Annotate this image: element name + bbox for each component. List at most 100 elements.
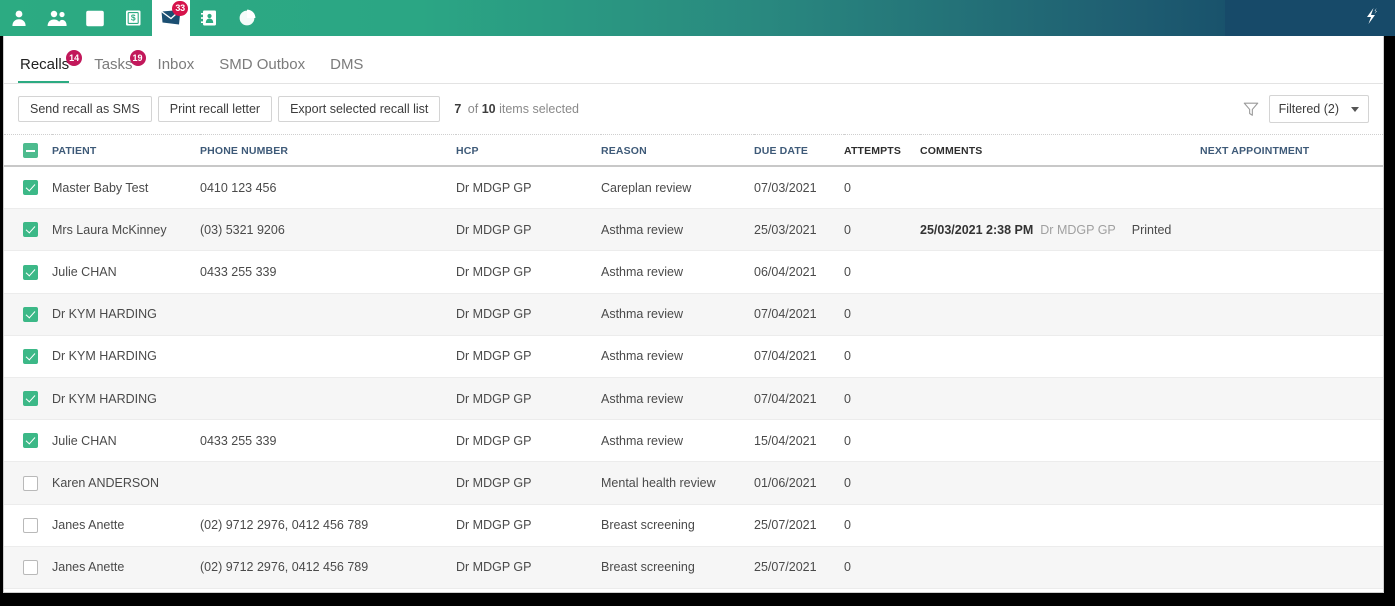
table-row[interactable]: Master Baby Test 0410 123 456 Dr MDGP GP Ca… bbox=[4, 166, 1383, 210]
cell-reason: Asthma review bbox=[601, 377, 754, 421]
row-checkbox[interactable] bbox=[23, 349, 38, 365]
cell-comments bbox=[920, 335, 1200, 379]
tab-recalls[interactable]: Recalls 14 bbox=[18, 50, 83, 83]
cell-comments bbox=[920, 377, 1200, 421]
cell-reason: Asthma review bbox=[601, 335, 754, 379]
row-checkbox[interactable] bbox=[23, 306, 38, 322]
export-selected-recall-list-button[interactable]: Export selected recall list bbox=[278, 96, 441, 122]
table-row[interactable]: Julie CHAN 0433 255 339 Dr MDGP GP Asthma r… bbox=[4, 419, 1383, 463]
tab-tasks[interactable]: Tasks 19 bbox=[92, 50, 146, 83]
filter-dropdown[interactable]: Filtered (2) bbox=[1268, 95, 1369, 123]
cell-reason: Asthma review bbox=[601, 293, 754, 336]
cell-due-date: 25/03/2021 bbox=[754, 208, 844, 252]
table-row[interactable]: Mrs Laura McKinney (03) 5321 9206 Dr MDGP … bbox=[4, 208, 1383, 252]
row-select-cell bbox=[4, 377, 52, 421]
table-row[interactable]: Julie CHAN 0433 255 339 Dr MDGP GP Asthma r… bbox=[4, 250, 1383, 294]
tab-bar: Recalls 14 Tasks 19 Inbox SMD Outbox DMS bbox=[4, 36, 1383, 84]
cell-next-appointment bbox=[1200, 335, 1383, 379]
row-checkbox[interactable] bbox=[23, 391, 38, 407]
patient-icon[interactable] bbox=[0, 0, 38, 36]
chevron-down-icon bbox=[1351, 106, 1359, 112]
tab-label: Tasks bbox=[94, 56, 133, 73]
reports-piechart-icon[interactable] bbox=[228, 0, 266, 36]
row-select-cell bbox=[4, 335, 52, 379]
send-recall-as-sms-button[interactable]: Send recall as SMS bbox=[18, 96, 152, 122]
cell-hcp: Dr MDGP GP bbox=[456, 419, 601, 463]
row-checkbox[interactable] bbox=[23, 180, 38, 196]
address-book-icon[interactable] bbox=[190, 0, 228, 36]
row-checkbox[interactable] bbox=[23, 560, 38, 576]
table-row[interactable]: Janes Anette (02) 9712 2976, 0412 456 789… bbox=[4, 504, 1383, 547]
cell-patient: Janes Anette bbox=[52, 504, 200, 547]
toolbar-right-group: Filtered (2) bbox=[1242, 95, 1369, 123]
recall-table: PATIENT PHONE NUMBER HCP REASON DUE DATE… bbox=[4, 134, 1383, 590]
cell-attempts: 0 bbox=[844, 166, 920, 210]
table-header: PATIENT PHONE NUMBER HCP REASON DUE DATE… bbox=[4, 134, 1383, 167]
cell-attempts: 0 bbox=[844, 377, 920, 421]
row-checkbox[interactable] bbox=[23, 222, 38, 238]
cell-next-appointment bbox=[1200, 546, 1383, 590]
row-select-cell bbox=[4, 419, 52, 463]
th-due-date[interactable]: DUE DATE bbox=[754, 134, 844, 167]
th-reason[interactable]: REASON bbox=[601, 134, 754, 167]
row-checkbox[interactable] bbox=[23, 517, 38, 533]
cell-patient: Dr KYM HARDING bbox=[52, 377, 200, 421]
funnel-filter-icon[interactable] bbox=[1242, 100, 1260, 118]
th-phone[interactable]: PHONE NUMBER bbox=[200, 134, 456, 167]
select-all-checkbox[interactable] bbox=[23, 143, 38, 158]
svg-text:$: $ bbox=[131, 13, 136, 23]
table-body: Master Baby Test 0410 123 456 Dr MDGP GP Ca… bbox=[4, 166, 1383, 590]
th-next-appointment[interactable]: NEXT APPOINTMENT bbox=[1200, 134, 1383, 167]
calendar-icon[interactable] bbox=[76, 0, 114, 36]
tab-inbox[interactable]: Inbox bbox=[156, 56, 204, 83]
row-checkbox[interactable] bbox=[23, 264, 38, 280]
table-row[interactable]: Janes Anette (02) 9712 2976, 0412 456 789… bbox=[4, 546, 1383, 590]
topbar-icon-group: $33 bbox=[0, 0, 266, 36]
cell-next-appointment bbox=[1200, 504, 1383, 547]
messages-envelope-icon[interactable]: 33 bbox=[152, 0, 190, 36]
group-patients-icon[interactable] bbox=[38, 0, 76, 36]
cell-due-date: 07/04/2021 bbox=[754, 335, 844, 379]
table-row[interactable]: Dr KYM HARDING Dr MDGP GP Asthma review 07/… bbox=[4, 377, 1383, 421]
cell-patient: Dr KYM HARDING bbox=[52, 293, 200, 336]
th-attempts[interactable]: ATTEMPTS bbox=[844, 134, 920, 167]
th-hcp[interactable]: HCP bbox=[456, 134, 601, 167]
cell-hcp: Dr MDGP GP bbox=[456, 250, 601, 294]
row-checkbox[interactable] bbox=[23, 433, 38, 449]
cell-comments bbox=[920, 504, 1200, 547]
th-patient[interactable]: PATIENT bbox=[52, 134, 200, 167]
cell-patient: Karen ANDERSON bbox=[52, 461, 200, 505]
row-select-cell bbox=[4, 208, 52, 252]
cashbook-icon[interactable]: $ bbox=[114, 0, 152, 36]
cell-attempts: 0 bbox=[844, 208, 920, 252]
tab-smd-outbox[interactable]: SMD Outbox bbox=[217, 56, 314, 83]
cell-phone-number bbox=[200, 461, 456, 505]
th-select-all bbox=[4, 134, 52, 167]
selection-summary: 7 of 10 items selected bbox=[454, 102, 579, 116]
tab-count-badge: 14 bbox=[66, 50, 83, 66]
table-row[interactable]: Dr KYM HARDING Dr MDGP GP Asthma review 07/… bbox=[4, 335, 1383, 379]
cell-attempts: 0 bbox=[844, 250, 920, 294]
comment-timestamp: 25/03/2021 2:38 PM bbox=[920, 222, 1034, 237]
cell-attempts: 0 bbox=[844, 293, 920, 336]
cell-patient: Julie CHAN bbox=[52, 419, 200, 463]
cell-phone-number bbox=[200, 377, 456, 421]
cell-phone-number bbox=[200, 335, 456, 379]
cell-phone-number bbox=[200, 293, 456, 336]
cell-hcp: Dr MDGP GP bbox=[456, 546, 601, 590]
cell-due-date: 07/03/2021 bbox=[754, 166, 844, 210]
cell-reason: Breast screening bbox=[601, 504, 754, 547]
cell-patient: Mrs Laura McKinney bbox=[52, 208, 200, 252]
row-checkbox[interactable] bbox=[23, 475, 38, 491]
cell-next-appointment bbox=[1200, 377, 1383, 421]
th-comments[interactable]: COMMENTS bbox=[920, 134, 1200, 167]
tab-label: Inbox bbox=[157, 56, 195, 73]
table-row[interactable]: Dr KYM HARDING Dr MDGP GP Asthma review 07/… bbox=[4, 293, 1383, 336]
cell-reason: Asthma review bbox=[601, 250, 754, 294]
cell-hcp: Dr MDGP GP bbox=[456, 504, 601, 547]
print-recall-letter-button[interactable]: Print recall letter bbox=[157, 96, 273, 122]
app-logo bbox=[1367, 8, 1377, 24]
tab-dms[interactable]: DMS bbox=[328, 56, 372, 83]
cell-due-date: 06/04/2021 bbox=[754, 250, 844, 294]
table-row[interactable]: Karen ANDERSON Dr MDGP GP Mental health re… bbox=[4, 461, 1383, 505]
